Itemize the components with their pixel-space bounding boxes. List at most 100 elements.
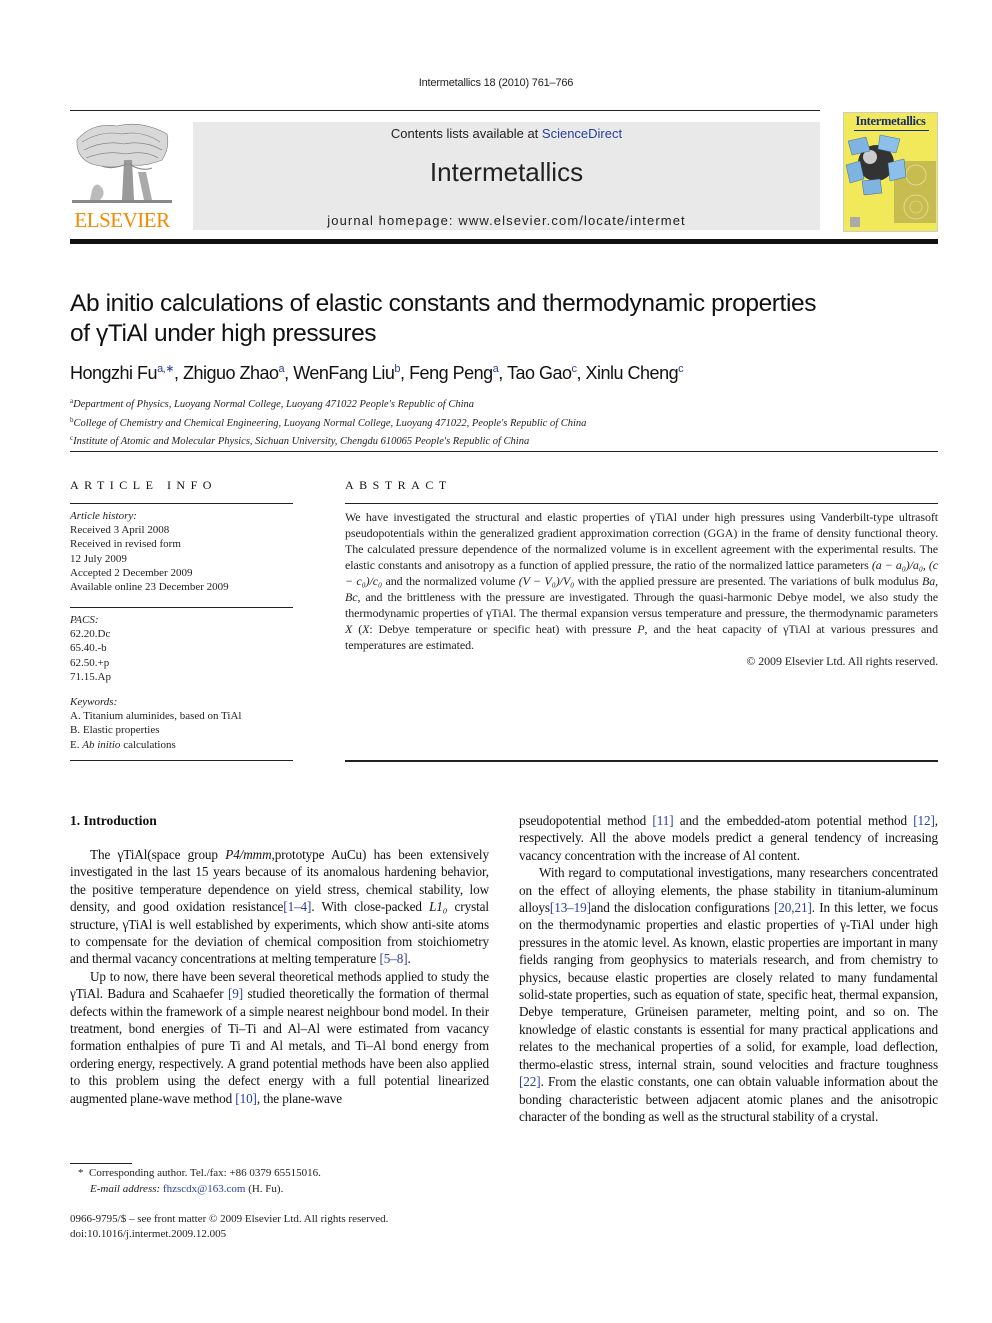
abstract-text: : Debye temperature or specific heat) wi…	[369, 622, 638, 636]
citation-link[interactable]: [22]	[519, 1074, 541, 1089]
author-name: WenFang Liu	[293, 363, 395, 383]
pacs-list: PACS: 62.20.Dc 65.40.-b 62.50.+p 71.15.A…	[70, 613, 293, 684]
header-rule	[70, 110, 820, 111]
abstract-text: We have investigated the structural and …	[345, 510, 938, 572]
affiliation: aDepartment of Physics, Luoyang Normal C…	[70, 394, 930, 413]
journal-title[interactable]: Intermetallics	[193, 157, 820, 188]
author: Feng Penga,	[409, 363, 507, 383]
footnote-text: Corresponding author. Tel./fax: +86 0379…	[89, 1167, 321, 1179]
affiliation-text: College of Chemistry and Chemical Engine…	[73, 417, 587, 429]
math-expression: (V − V₀)/V₀	[518, 574, 575, 588]
body-text: and the dislocation configurations	[590, 900, 775, 916]
issn-line: 0966-9795/$ – see front matter © 2009 El…	[70, 1213, 389, 1225]
sciencedirect-link[interactable]: ScienceDirect	[542, 126, 622, 141]
keywords-rule	[70, 760, 293, 761]
email-link[interactable]: fhzscdx@163.com	[163, 1183, 246, 1195]
affiliation-text: Department of Physics, Luoyang Normal Co…	[73, 399, 475, 410]
citation-link[interactable]: [12]	[913, 813, 935, 828]
math-expression: P	[637, 622, 645, 636]
author-name: Feng Peng	[409, 363, 493, 383]
article-info-heading: ARTICLE INFO	[70, 478, 217, 492]
history-item: Received 3 April 2008	[70, 524, 170, 537]
affiliation: cInstitute of Atomic and Molecular Physi…	[70, 431, 930, 450]
journal-banner: Contents lists available at ScienceDirec…	[193, 122, 820, 230]
citation-link[interactable]: [11]	[652, 813, 673, 828]
doi-line[interactable]: doi:10.1016/j.intermet.2009.12.005	[70, 1227, 500, 1242]
footnote-email: E-mail address: fhzscdx@163.com (H. Fu).	[78, 1181, 498, 1197]
crystal-structure-icon	[845, 134, 936, 227]
author: WenFang Liub,	[293, 363, 409, 383]
history-item: Accepted 2 December 2009	[70, 566, 193, 579]
intro-paragraph: Up to now, there have been several theor…	[70, 968, 489, 1107]
citation-link[interactable]: [13–19]	[550, 900, 591, 915]
section-divider	[70, 451, 938, 452]
header-thick-rule	[70, 239, 938, 244]
abstract-text: (	[352, 622, 363, 636]
history-item: 12 July 2009	[70, 552, 127, 565]
elsevier-tree-icon	[72, 123, 172, 203]
history-rule	[70, 607, 293, 608]
body-text: . From the elastic constants, one can ob…	[519, 1074, 938, 1124]
elsevier-logo[interactable]: ELSEVIER	[70, 118, 174, 234]
italic-term: L1₀	[429, 899, 448, 915]
author: Hongzhi Fua,∗,	[70, 363, 183, 383]
pacs-label: PACS:	[70, 614, 99, 626]
article-title: Ab initio calculations of elastic consta…	[70, 289, 930, 349]
author-affil-link[interactable]: c	[678, 363, 684, 375]
keyword-text: Elastic properties	[82, 724, 160, 737]
author-affil-link[interactable]: a,∗	[157, 363, 174, 375]
author-sep: ,	[284, 363, 294, 383]
introduction-heading: 1. Introduction	[70, 813, 157, 828]
author: Tao Gaoc,	[507, 363, 586, 383]
author-name: Tao Gao	[506, 363, 572, 383]
citation-link[interactable]: [5–8]	[379, 951, 407, 966]
intro-paragraph: The γTiAl(space group P4/mmm,prototype A…	[70, 846, 489, 968]
author-name: Hongzhi Fu	[70, 363, 158, 383]
author: Zhiguo Zhaoa,	[183, 363, 293, 383]
citation-link[interactable]: [10]	[235, 1091, 257, 1106]
italic-term: P4/mmm	[225, 847, 272, 862]
journal-cover[interactable]: Intermetallics	[843, 112, 938, 232]
history-item: Received in revised form	[70, 538, 181, 551]
contents-line: Contents lists available at ScienceDirec…	[193, 126, 820, 141]
abstract-bottom-rule	[345, 760, 938, 762]
pacs-code: 65.40.-b	[70, 642, 107, 655]
body-text: and the embedded-atom potential method	[673, 813, 914, 828]
keyword: A. Titanium aluminides, based on TiAl	[70, 709, 293, 723]
citation-link[interactable]: [9]	[228, 986, 243, 1001]
intro-right-column: pseudopotential method [11] and the embe…	[519, 812, 938, 1125]
abstract-rule	[345, 503, 938, 504]
running-head: Intermetallics 18 (2010) 761–766	[418, 77, 574, 89]
author-sep: ,	[576, 363, 586, 383]
journal-homepage[interactable]: journal homepage: www.elsevier.com/locat…	[193, 213, 820, 228]
body-text: .	[407, 951, 411, 967]
author-list: Hongzhi Fua,∗, Zhiguo Zhaoa, WenFang Liu…	[70, 362, 930, 384]
footnote-corresponding: * Corresponding author. Tel./fax: +86 03…	[78, 1165, 498, 1181]
author-name: Zhiguo Zhao	[182, 363, 279, 383]
author-sep: ,	[173, 363, 183, 383]
keyword: B. Elastic properties	[70, 723, 293, 737]
contents-prefix: Contents lists available at	[390, 126, 542, 141]
footnote-star: *	[78, 1167, 84, 1179]
keywords-list: Keywords: A. Titanium aluminides, based …	[70, 695, 293, 752]
abstract-paragraph: We have investigated the structural and …	[345, 509, 938, 653]
body-text: pseudopotential method	[519, 813, 653, 828]
pacs-code: 62.50.+p	[70, 656, 110, 669]
citation-link[interactable]: [1–4]	[283, 899, 311, 914]
keyword-prefix: A.	[70, 710, 84, 723]
abstract-text: with the applied pressure are presented.…	[574, 574, 922, 588]
keyword-prefix: B.	[70, 724, 83, 737]
intro-paragraph: With regard to computational investigati…	[519, 864, 938, 1125]
author: Xinlu Chengc	[586, 363, 684, 383]
pacs-code: 62.20.Dc	[70, 628, 111, 641]
affiliation: bCollege of Chemistry and Chemical Engin…	[70, 413, 930, 432]
citation-link[interactable]: [20,21]	[774, 900, 812, 915]
front-matter: 0966-9795/$ – see front matter © 2009 El…	[70, 1212, 500, 1242]
intro-paragraph: pseudopotential method [11] and the embe…	[519, 812, 938, 864]
title-line-2: of γTiAl under high pressures	[70, 320, 377, 347]
cover-title: Intermetallics	[855, 114, 926, 128]
body-text: studied theoretically the formation of t…	[70, 986, 489, 1106]
affiliation-text: Institute of Atomic and Molecular Physic…	[73, 436, 530, 447]
abstract-heading: ABSTRACT	[345, 478, 452, 492]
abstract-body: We have investigated the structural and …	[345, 509, 938, 669]
